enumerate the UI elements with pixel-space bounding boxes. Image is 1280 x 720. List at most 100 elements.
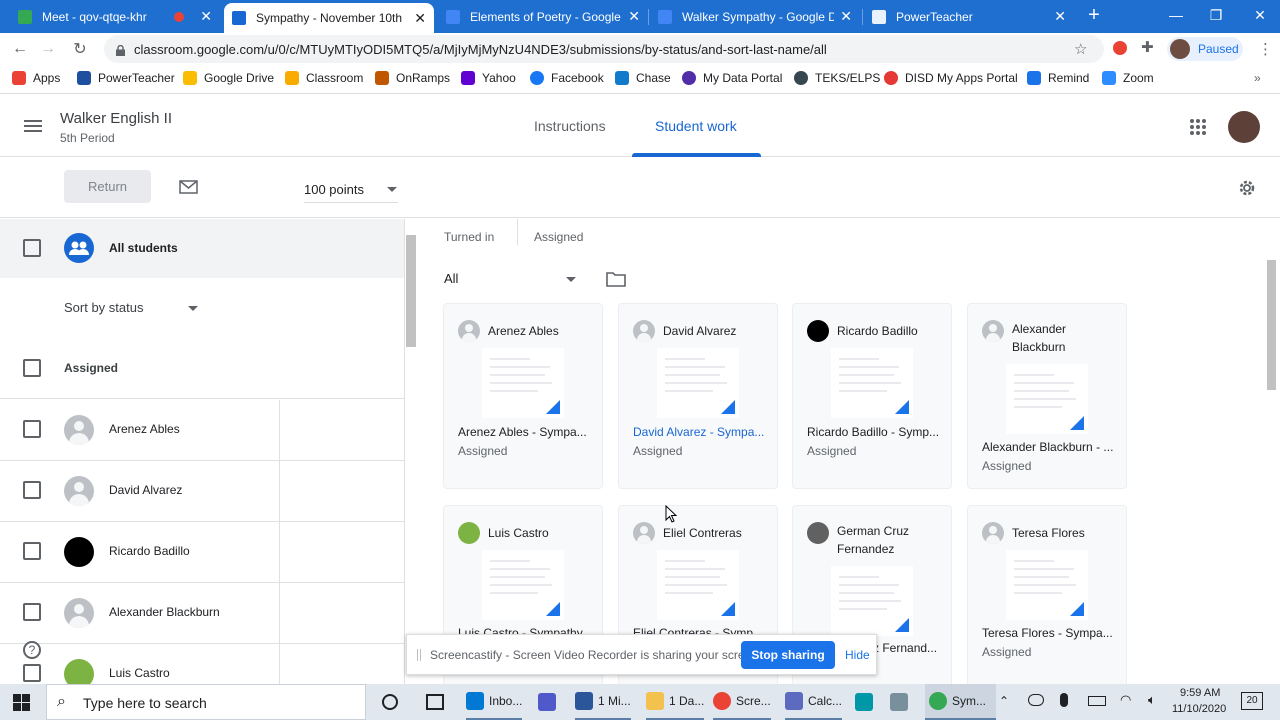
all-students-row[interactable]: All students [0, 219, 404, 278]
taskbar-app-screencastify[interactable]: Scre... [713, 684, 771, 720]
restore-icon[interactable]: ❐ [1196, 0, 1236, 30]
main-menu-icon[interactable] [24, 120, 42, 132]
student-checkbox[interactable] [23, 664, 41, 682]
hide-button[interactable]: Hide [845, 648, 870, 662]
wifi-icon[interactable]: ◠ [1120, 692, 1131, 708]
bookmark-remind[interactable]: Remind [1027, 71, 1089, 85]
taskbar-app-network[interactable] [855, 684, 878, 720]
attachment-title[interactable]: Teresa Flores - Sympa... [982, 626, 1122, 640]
drag-handle-icon[interactable] [417, 649, 421, 661]
star-icon[interactable]: ☆ [1074, 40, 1087, 58]
folder-icon[interactable] [606, 271, 626, 287]
tab-instructions[interactable]: Instructions [534, 118, 606, 134]
tab-student-work[interactable]: Student work [655, 118, 737, 134]
bookmark-onramps[interactable]: OnRamps [375, 71, 450, 85]
submission-card[interactable]: Alexander Blackburn Alexander Blackburn … [967, 303, 1127, 489]
student-row[interactable]: Ricardo Badillo [0, 522, 404, 583]
tab-elements-of-poetry[interactable]: Elements of Poetry - Google D ✕ [438, 0, 648, 33]
profile-button[interactable]: Paused [1167, 37, 1243, 61]
more-bookmarks-icon[interactable]: » [1254, 71, 1261, 85]
tab-sympathy[interactable]: Sympathy - November 10th ✕ [224, 3, 434, 33]
points-select[interactable]: 100 points [304, 182, 364, 197]
bookmark-chase[interactable]: Chase [615, 71, 671, 85]
student-row[interactable]: David Alvarez [0, 461, 404, 522]
taskbar-app-chrome[interactable]: Sym... [925, 684, 997, 720]
extensions-icon[interactable]: ✚ [1141, 38, 1154, 56]
submission-card[interactable]: David Alvarez David Alvarez - Sympa... A… [618, 303, 778, 489]
taskbar-app-utility[interactable] [890, 684, 913, 720]
attachment-title[interactable]: Alexander Blackburn - ... [982, 440, 1122, 454]
return-button[interactable]: Return [64, 170, 151, 203]
attachment-title[interactable]: Ricardo Badillo - Symp... [807, 425, 947, 439]
bookmark-zoom[interactable]: Zoom [1102, 71, 1154, 85]
submission-card[interactable]: Ricardo Badillo Ricardo Badillo - Symp..… [792, 303, 952, 489]
screencastify-extension-icon[interactable] [1113, 41, 1127, 55]
microphone-icon[interactable] [1060, 693, 1068, 707]
submission-card[interactable]: Arenez Ables Arenez Ables - Sympa... Ass… [443, 303, 603, 489]
student-row[interactable]: Alexander Blackburn [0, 583, 404, 644]
attachment-title[interactable]: David Alvarez - Sympa... [633, 425, 773, 439]
email-icon[interactable] [179, 180, 198, 194]
tab-powerteacher[interactable]: PowerTeacher ✕ [864, 0, 1074, 33]
taskbar-app-explorer[interactable]: 1 Da... [646, 684, 705, 720]
account-avatar[interactable] [1228, 111, 1260, 143]
new-tab-button[interactable]: + [1074, 0, 1114, 30]
close-tab-icon[interactable]: ✕ [1054, 8, 1066, 25]
left-scrollbar[interactable] [406, 235, 416, 347]
student-checkbox[interactable] [23, 603, 41, 621]
help-icon[interactable]: ? [23, 641, 41, 659]
notifications-icon[interactable]: 20 [1241, 692, 1263, 710]
forward-icon[interactable]: → [36, 37, 60, 61]
settings-gear-icon[interactable] [1237, 178, 1257, 198]
chrome-menu-icon[interactable]: ⋮ [1258, 40, 1273, 58]
main-scrollbar[interactable] [1267, 260, 1276, 390]
assigned-group-checkbox[interactable] [23, 359, 41, 377]
onedrive-icon[interactable] [1028, 694, 1044, 706]
bookmark-facebook[interactable]: Facebook [530, 71, 604, 85]
bookmark-disd-portal[interactable]: DISD My Apps Portal [884, 71, 1018, 85]
student-row[interactable]: Luis Castro [0, 644, 404, 684]
google-apps-icon[interactable] [1189, 118, 1207, 136]
bookmark-yahoo[interactable]: Yahoo [461, 71, 516, 85]
taskbar-app-outlook[interactable]: Inbo... [466, 684, 523, 720]
bookmark-teks-elps[interactable]: TEKS/ELPS [794, 71, 880, 85]
tray-chevron-icon[interactable]: ⌃ [999, 694, 1009, 708]
attachment-title[interactable]: Arenez Ables - Sympa... [458, 425, 598, 439]
minimize-icon[interactable]: — [1156, 0, 1196, 30]
taskbar-app-calculator[interactable]: Calc... [785, 684, 843, 720]
sort-select[interactable]: Sort by status [64, 300, 143, 315]
student-checkbox[interactable] [23, 481, 41, 499]
close-window-icon[interactable]: ✕ [1240, 0, 1280, 30]
tab-walker-sympathy[interactable]: Walker Sympathy - Google Do ✕ [650, 0, 860, 33]
task-view-icon[interactable] [426, 694, 444, 710]
filter-select[interactable]: All [444, 271, 458, 286]
student-checkbox[interactable] [23, 420, 41, 438]
cortana-icon[interactable] [382, 694, 398, 710]
stop-sharing-button[interactable]: Stop sharing [741, 641, 835, 669]
class-title[interactable]: Walker English II [60, 110, 172, 127]
bookmark-my-data-portal[interactable]: My Data Portal [682, 71, 782, 85]
close-tab-icon[interactable]: ✕ [628, 8, 640, 25]
clock-time[interactable]: 9:59 AM [1180, 687, 1220, 699]
all-students-checkbox[interactable] [23, 239, 41, 257]
student-row[interactable]: Arenez Ables [0, 400, 404, 461]
close-tab-icon[interactable]: ✕ [840, 8, 852, 25]
student-checkbox[interactable] [23, 542, 41, 560]
bookmark-google-drive[interactable]: Google Drive [183, 71, 274, 85]
tab-meet[interactable]: Meet - qov-qtqe-khr ✕ [10, 0, 220, 33]
windows-start-icon[interactable] [13, 694, 30, 711]
volume-icon[interactable]: 🔈︎ [1148, 692, 1156, 708]
bookmark-powerteacher[interactable]: PowerTeacher [77, 71, 175, 85]
taskbar-search-box[interactable]: ⌕ Type here to search [46, 684, 366, 720]
submission-card[interactable]: Teresa Flores Teresa Flores - Sympa... A… [967, 505, 1127, 684]
taskbar-app-word[interactable]: 1 Mi... [575, 684, 631, 720]
address-bar[interactable]: classroom.google.com/u/0/c/MTUyMTIyODI5M… [104, 35, 1104, 63]
battery-icon[interactable] [1088, 696, 1106, 706]
reload-icon[interactable]: ↻ [68, 37, 92, 61]
clock-date[interactable]: 11/10/2020 [1172, 703, 1226, 715]
taskbar-app-teams[interactable] [538, 684, 561, 720]
back-icon[interactable]: ← [8, 37, 32, 61]
bookmark-apps[interactable]: Apps [12, 71, 60, 85]
close-tab-icon[interactable]: ✕ [200, 8, 212, 25]
bookmark-classroom[interactable]: Classroom [285, 71, 363, 85]
